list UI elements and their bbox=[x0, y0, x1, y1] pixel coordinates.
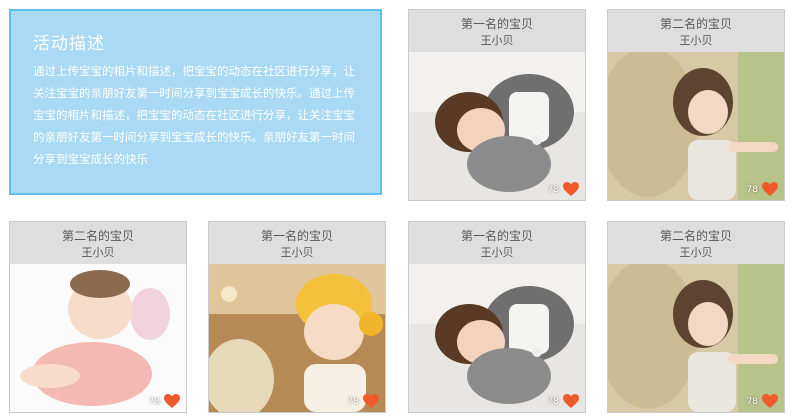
baby-photo[interactable] bbox=[209, 264, 385, 412]
like-count: 78 bbox=[148, 397, 160, 407]
baby-card[interactable]: 第二名的宝贝 王小贝 78 bbox=[9, 221, 187, 413]
card-baby-name: 王小贝 bbox=[280, 246, 314, 259]
card-baby-name: 王小贝 bbox=[679, 34, 713, 47]
baby-card[interactable]: 第一名的宝贝 王小贝 78 bbox=[408, 9, 586, 201]
baby-card[interactable]: 第一名的宝贝 王小贝 78 bbox=[208, 221, 386, 413]
like-count: 78 bbox=[547, 397, 559, 407]
heart-icon[interactable] bbox=[164, 394, 180, 408]
card-header: 第二名的宝贝 王小贝 bbox=[608, 222, 784, 264]
heart-icon[interactable] bbox=[762, 182, 778, 196]
heart-icon[interactable] bbox=[563, 182, 579, 196]
baby-card[interactable]: 第一名的宝贝 王小贝 78 bbox=[408, 221, 586, 413]
baby-photo[interactable] bbox=[10, 264, 186, 412]
activity-description-text: 通过上传宝宝的相片和描述，把宝宝的动态在社区进行分享，让关注宝宝的亲朋好友第一时… bbox=[33, 64, 355, 166]
baby-card[interactable]: 第二名的宝贝 王小贝 78 bbox=[607, 9, 785, 201]
card-header: 第二名的宝贝 王小贝 bbox=[10, 222, 186, 264]
card-rank: 第一名的宝贝 bbox=[460, 17, 533, 31]
card-rank: 第二名的宝贝 bbox=[659, 229, 732, 243]
baby-photo[interactable] bbox=[409, 264, 585, 412]
like-count: 78 bbox=[547, 185, 559, 195]
card-header: 第二名的宝贝 王小贝 bbox=[608, 10, 784, 52]
card-rank: 第一名的宝贝 bbox=[460, 229, 533, 243]
heart-icon[interactable] bbox=[363, 394, 379, 408]
activity-title: 活动描述 bbox=[33, 34, 105, 54]
baby-card[interactable]: 第二名的宝贝 王小贝 78 bbox=[607, 221, 785, 413]
card-header: 第一名的宝贝 王小贝 bbox=[409, 10, 585, 52]
baby-photo[interactable] bbox=[608, 264, 784, 412]
baby-photo[interactable] bbox=[608, 52, 784, 200]
card-header: 第一名的宝贝 王小贝 bbox=[209, 222, 385, 264]
like-count: 78 bbox=[746, 397, 758, 407]
activity-description-panel: 活动描述 通过上传宝宝的相片和描述，把宝宝的动态在社区进行分享，让关注宝宝的亲朋… bbox=[9, 9, 382, 195]
card-rank: 第二名的宝贝 bbox=[659, 17, 732, 31]
heart-icon[interactable] bbox=[762, 394, 778, 408]
card-baby-name: 王小贝 bbox=[81, 246, 115, 259]
card-rank: 第二名的宝贝 bbox=[61, 229, 134, 243]
baby-photo[interactable] bbox=[409, 52, 585, 200]
heart-icon[interactable] bbox=[563, 394, 579, 408]
card-header: 第一名的宝贝 王小贝 bbox=[409, 222, 585, 264]
like-count: 78 bbox=[347, 397, 359, 407]
card-baby-name: 王小贝 bbox=[679, 246, 713, 259]
like-count: 78 bbox=[746, 185, 758, 195]
card-baby-name: 王小贝 bbox=[480, 34, 514, 47]
card-rank: 第一名的宝贝 bbox=[260, 229, 333, 243]
card-baby-name: 王小贝 bbox=[480, 246, 514, 259]
